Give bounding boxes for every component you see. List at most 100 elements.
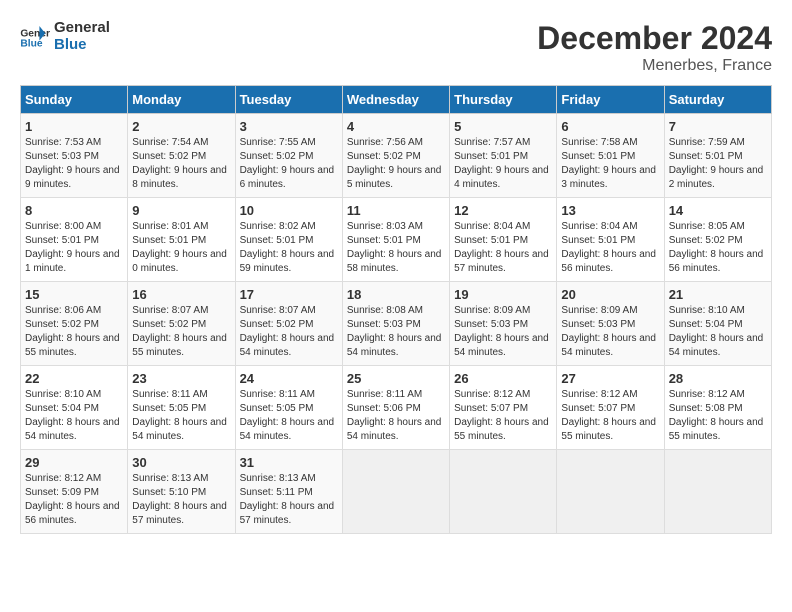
- header-wednesday: Wednesday: [342, 86, 449, 114]
- day-number: 13: [561, 203, 659, 218]
- calendar-cell: 21 Sunrise: 8:10 AMSunset: 5:04 PMDayligh…: [664, 282, 771, 366]
- location-subtitle: Menerbes, France: [537, 57, 772, 75]
- cell-content: Sunrise: 7:55 AMSunset: 5:02 PMDaylight:…: [240, 136, 338, 192]
- cell-content: Sunrise: 8:09 AMSunset: 5:03 PMDaylight:…: [454, 304, 552, 360]
- cell-content: Sunrise: 7:56 AMSunset: 5:02 PMDaylight:…: [347, 136, 445, 192]
- calendar-table: Sunday Monday Tuesday Wednesday Thursday…: [20, 85, 772, 534]
- header-sunday: Sunday: [21, 86, 128, 114]
- day-number: 10: [240, 203, 338, 218]
- cell-content: Sunrise: 8:08 AMSunset: 5:03 PMDaylight:…: [347, 304, 445, 360]
- cell-content: Sunrise: 8:13 AMSunset: 5:10 PMDaylight:…: [132, 472, 230, 528]
- calendar-cell: 9 Sunrise: 8:01 AMSunset: 5:01 PMDaylight…: [128, 198, 235, 282]
- day-number: 23: [132, 371, 230, 386]
- day-number: 15: [25, 287, 123, 302]
- calendar-cell: 27 Sunrise: 8:12 AMSunset: 5:07 PMDayligh…: [557, 366, 664, 450]
- page-header: General Blue General Blue December 2024 …: [20, 20, 772, 75]
- day-number: 6: [561, 119, 659, 134]
- cell-content: Sunrise: 8:04 AMSunset: 5:01 PMDaylight:…: [454, 220, 552, 276]
- calendar-cell: 29 Sunrise: 8:12 AMSunset: 5:09 PMDayligh…: [21, 450, 128, 534]
- cell-content: Sunrise: 8:10 AMSunset: 5:04 PMDaylight:…: [25, 388, 123, 444]
- calendar-cell: 2 Sunrise: 7:54 AMSunset: 5:02 PMDaylight…: [128, 114, 235, 198]
- calendar-cell: 22 Sunrise: 8:10 AMSunset: 5:04 PMDayligh…: [21, 366, 128, 450]
- calendar-week-2: 8Sunrise: 8:00 AMSunset: 5:01 PMDaylight…: [21, 198, 772, 282]
- calendar-cell: 3 Sunrise: 7:55 AMSunset: 5:02 PMDaylight…: [235, 114, 342, 198]
- day-number: 29: [25, 455, 123, 470]
- calendar-cell: 24 Sunrise: 8:11 AMSunset: 5:05 PMDayligh…: [235, 366, 342, 450]
- day-number: 8: [25, 203, 123, 218]
- cell-content: Sunrise: 8:11 AMSunset: 5:05 PMDaylight:…: [132, 388, 230, 444]
- cell-content: Sunrise: 8:11 AMSunset: 5:06 PMDaylight:…: [347, 388, 445, 444]
- day-number: 12: [454, 203, 552, 218]
- cell-content: Sunrise: 7:57 AMSunset: 5:01 PMDaylight:…: [454, 136, 552, 192]
- calendar-header-row: Sunday Monday Tuesday Wednesday Thursday…: [21, 86, 772, 114]
- calendar-cell: 18 Sunrise: 8:08 AMSunset: 5:03 PMDayligh…: [342, 282, 449, 366]
- cell-content: Sunrise: 8:05 AMSunset: 5:02 PMDaylight:…: [669, 220, 767, 276]
- calendar-cell: [664, 450, 771, 534]
- calendar-week-5: 29 Sunrise: 8:12 AMSunset: 5:09 PMDayligh…: [21, 450, 772, 534]
- day-number: 16: [132, 287, 230, 302]
- header-monday: Monday: [128, 86, 235, 114]
- day-number: 19: [454, 287, 552, 302]
- calendar-cell: 4 Sunrise: 7:56 AMSunset: 5:02 PMDaylight…: [342, 114, 449, 198]
- calendar-cell: [557, 450, 664, 534]
- calendar-week-3: 15Sunrise: 8:06 AMSunset: 5:02 PMDayligh…: [21, 282, 772, 366]
- day-number: 4: [347, 119, 445, 134]
- cell-content: Sunrise: 8:12 AMSunset: 5:07 PMDaylight:…: [561, 388, 659, 444]
- calendar-cell: 25 Sunrise: 8:11 AMSunset: 5:06 PMDayligh…: [342, 366, 449, 450]
- cell-content: Sunrise: 7:53 AMSunset: 5:03 PMDaylight:…: [25, 136, 123, 192]
- day-number: 14: [669, 203, 767, 218]
- logo-icon: General Blue: [20, 26, 50, 48]
- cell-content: Sunrise: 8:12 AMSunset: 5:07 PMDaylight:…: [454, 388, 552, 444]
- calendar-cell: 15Sunrise: 8:06 AMSunset: 5:02 PMDayligh…: [21, 282, 128, 366]
- day-number: 31: [240, 455, 338, 470]
- day-number: 11: [347, 203, 445, 218]
- calendar-cell: 30Sunrise: 8:13 AMSunset: 5:10 PMDayligh…: [128, 450, 235, 534]
- header-thursday: Thursday: [450, 86, 557, 114]
- calendar-cell: 14 Sunrise: 8:05 AMSunset: 5:02 PMDayligh…: [664, 198, 771, 282]
- day-number: 20: [561, 287, 659, 302]
- cell-content: Sunrise: 8:01 AMSunset: 5:01 PMDaylight:…: [132, 220, 230, 276]
- cell-content: Sunrise: 8:09 AMSunset: 5:03 PMDaylight:…: [561, 304, 659, 360]
- cell-content: Sunrise: 8:04 AMSunset: 5:01 PMDaylight:…: [561, 220, 659, 276]
- day-number: 22: [25, 371, 123, 386]
- day-number: 18: [347, 287, 445, 302]
- calendar-cell: 20 Sunrise: 8:09 AMSunset: 5:03 PMDayligh…: [557, 282, 664, 366]
- calendar-cell: 19 Sunrise: 8:09 AMSunset: 5:03 PMDayligh…: [450, 282, 557, 366]
- day-number: 9: [132, 203, 230, 218]
- day-number: 27: [561, 371, 659, 386]
- day-number: 17: [240, 287, 338, 302]
- svg-text:General: General: [20, 28, 50, 39]
- calendar-cell: 5 Sunrise: 7:57 AMSunset: 5:01 PMDaylight…: [450, 114, 557, 198]
- calendar-cell: 12 Sunrise: 8:04 AMSunset: 5:01 PMDayligh…: [450, 198, 557, 282]
- day-number: 25: [347, 371, 445, 386]
- cell-content: Sunrise: 8:10 AMSunset: 5:04 PMDaylight:…: [669, 304, 767, 360]
- cell-content: Sunrise: 7:58 AMSunset: 5:01 PMDaylight:…: [561, 136, 659, 192]
- cell-content: Sunrise: 8:11 AMSunset: 5:05 PMDaylight:…: [240, 388, 338, 444]
- cell-content: Sunrise: 8:12 AMSunset: 5:08 PMDaylight:…: [669, 388, 767, 444]
- day-number: 26: [454, 371, 552, 386]
- cell-content: Sunrise: 8:13 AMSunset: 5:11 PMDaylight:…: [240, 472, 338, 528]
- calendar-cell: 1 Sunrise: 7:53 AMSunset: 5:03 PMDaylight…: [21, 114, 128, 198]
- day-number: 2: [132, 119, 230, 134]
- day-number: 21: [669, 287, 767, 302]
- day-number: 3: [240, 119, 338, 134]
- calendar-cell: 11 Sunrise: 8:03 AMSunset: 5:01 PMDayligh…: [342, 198, 449, 282]
- day-number: 1: [25, 119, 123, 134]
- day-number: 7: [669, 119, 767, 134]
- calendar-week-4: 22 Sunrise: 8:10 AMSunset: 5:04 PMDayligh…: [21, 366, 772, 450]
- title-area: December 2024 Menerbes, France: [537, 20, 772, 75]
- calendar-cell: 31 Sunrise: 8:13 AMSunset: 5:11 PMDayligh…: [235, 450, 342, 534]
- header-friday: Friday: [557, 86, 664, 114]
- day-number: 24: [240, 371, 338, 386]
- cell-content: Sunrise: 8:03 AMSunset: 5:01 PMDaylight:…: [347, 220, 445, 276]
- calendar-cell: 26 Sunrise: 8:12 AMSunset: 5:07 PMDayligh…: [450, 366, 557, 450]
- cell-content: Sunrise: 8:12 AMSunset: 5:09 PMDaylight:…: [25, 472, 123, 528]
- month-title: December 2024: [537, 20, 772, 57]
- cell-content: Sunrise: 8:07 AMSunset: 5:02 PMDaylight:…: [132, 304, 230, 360]
- calendar-cell: 16 Sunrise: 8:07 AMSunset: 5:02 PMDayligh…: [128, 282, 235, 366]
- calendar-cell: 28Sunrise: 8:12 AMSunset: 5:08 PMDayligh…: [664, 366, 771, 450]
- calendar-cell: 10 Sunrise: 8:02 AMSunset: 5:01 PMDayligh…: [235, 198, 342, 282]
- cell-content: Sunrise: 8:02 AMSunset: 5:01 PMDaylight:…: [240, 220, 338, 276]
- day-number: 5: [454, 119, 552, 134]
- cell-content: Sunrise: 7:54 AMSunset: 5:02 PMDaylight:…: [132, 136, 230, 192]
